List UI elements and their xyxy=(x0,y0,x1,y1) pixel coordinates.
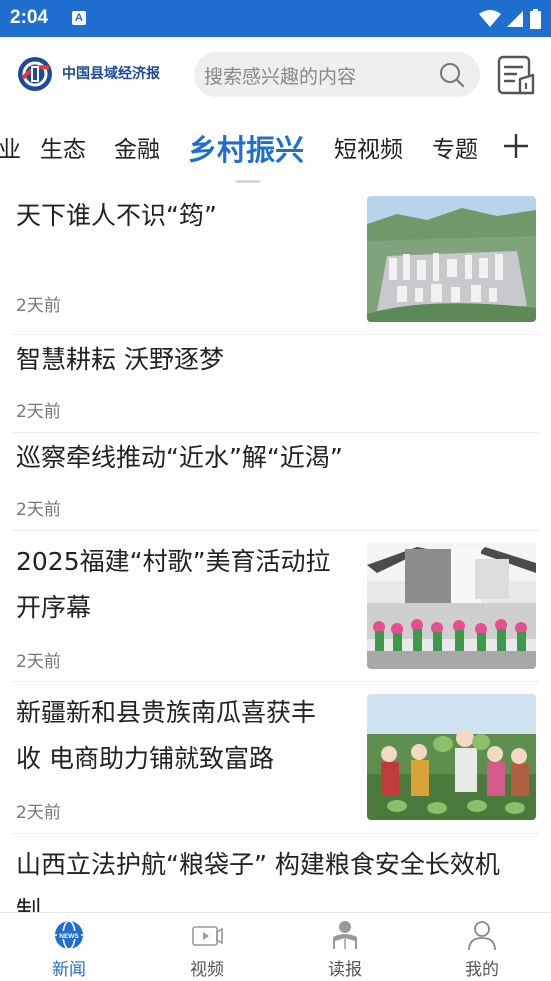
app-header: 中国县域经济报 搜索感兴趣的内容 xyxy=(0,37,551,115)
news-title-line: 新疆新和县贵族南瓜喜获丰 xyxy=(16,698,317,727)
news-title: 巡察牵线推动“近水”解“近渴” xyxy=(16,435,343,481)
nav-profile[interactable]: 我的 xyxy=(413,913,551,981)
tab-special-topic[interactable]: 专题 xyxy=(432,130,478,164)
news-title: 天下谁人不识“筠” xyxy=(16,193,217,239)
news-time: 2天前 xyxy=(16,500,61,520)
nav-profile-label: 我的 xyxy=(465,960,499,980)
news-item[interactable]: 天下谁人不识“筠” 2天前 xyxy=(0,188,551,334)
status-bar: 2:04 A xyxy=(0,0,551,37)
logo-text: 中国县域经济报 xyxy=(62,66,160,82)
news-title-line: 开序幕 xyxy=(16,593,92,622)
news-thumbnail xyxy=(367,543,536,669)
tab-ecology[interactable]: 生态 xyxy=(40,130,86,164)
news-item[interactable]: 智慧耕耘 沃野逐梦 2天前 xyxy=(0,335,551,432)
news-title: 新疆新和县贵族南瓜喜获丰 收 电商助力铺就致富路 xyxy=(16,690,316,782)
newspaper-logo-icon[interactable] xyxy=(17,56,53,92)
nav-news[interactable]: NEWS 新闻 xyxy=(0,913,138,981)
news-time: 2天前 xyxy=(16,296,61,316)
news-title-line: 巡察牵线推动“近水”解“近渴” xyxy=(16,443,343,472)
tab-scroll-indicator xyxy=(236,180,260,183)
city-aerial-photo-icon xyxy=(367,196,536,322)
tab-finance[interactable]: 金融 xyxy=(114,130,160,164)
news-item[interactable]: 2025福建“村歌”美育活动拉 开序幕 2天前 xyxy=(0,531,551,681)
search-input[interactable]: 搜索感兴趣的内容 xyxy=(194,52,480,97)
news-time: 2天前 xyxy=(16,652,61,672)
nav-video[interactable]: 视频 xyxy=(138,913,276,981)
profile-icon xyxy=(468,921,496,951)
news-list: 天下谁人不识“筠” 2天前 智慧耕耘 沃野逐梦 2天前 巡察牵线推动“近水”解“… xyxy=(0,188,551,912)
news-title-line: 智慧耕耘 沃野逐梦 xyxy=(16,345,224,374)
nav-reader-label: 读报 xyxy=(328,960,362,980)
status-time: 2:04 xyxy=(10,7,49,28)
news-time: 2天前 xyxy=(16,402,61,422)
e-paper-icon[interactable] xyxy=(496,55,536,95)
news-thumbnail xyxy=(367,196,536,322)
video-icon xyxy=(192,926,223,946)
tab-rural-revitalization[interactable]: 乡村振兴 xyxy=(188,127,304,169)
tab-industry[interactable]: 业 xyxy=(0,130,21,164)
nav-reader[interactable]: 读报 xyxy=(276,913,414,981)
pumpkin-harvest-photo-icon xyxy=(367,694,536,820)
category-tabs: 业 生态 金融 乡村振兴 短视频 专题 xyxy=(0,115,551,183)
status-indicators xyxy=(479,8,541,30)
news-title: 2025福建“村歌”美育活动拉 开序幕 xyxy=(16,539,331,631)
cell-signal-icon xyxy=(507,11,523,27)
news-title: 山西立法护航“粮袋子” 构建粮食安全长效机 制 xyxy=(16,842,500,912)
news-time: 2天前 xyxy=(16,803,61,823)
notification-app-icon: A xyxy=(72,11,86,25)
news-item[interactable]: 新疆新和县贵族南瓜喜获丰 收 电商助力铺就致富路 2天前 xyxy=(0,682,551,833)
search-placeholder: 搜索感兴趣的内容 xyxy=(204,66,357,88)
add-tab-icon[interactable] xyxy=(502,130,530,162)
news-title-line: 制 xyxy=(16,896,42,912)
news-title-line: 收 电商助力铺就致富路 xyxy=(16,744,274,773)
news-title-line: 天下谁人不识“筠” xyxy=(16,201,217,230)
battery-icon xyxy=(530,9,541,29)
svg-text:NEWS: NEWS xyxy=(59,933,79,940)
nav-news-label: 新闻 xyxy=(52,960,86,980)
bottom-navigation: NEWS 新闻 视频 读报 我的 xyxy=(0,912,551,981)
news-title: 智慧耕耘 沃野逐梦 xyxy=(16,337,224,383)
globe-news-icon: NEWS xyxy=(55,920,83,950)
village-performance-photo-icon xyxy=(367,543,536,669)
tab-short-video[interactable]: 短视频 xyxy=(334,130,403,164)
wifi-icon xyxy=(479,10,501,27)
news-title-line: 2025福建“村歌”美育活动拉 xyxy=(16,547,331,576)
news-thumbnail xyxy=(367,694,536,820)
news-title-line: 山西立法护航“粮袋子” 构建粮食安全长效机 xyxy=(16,850,500,879)
nav-video-label: 视频 xyxy=(190,960,224,980)
news-item[interactable]: 山西立法护航“粮袋子” 构建粮食安全长效机 制 xyxy=(0,834,551,912)
news-item[interactable]: 巡察牵线推动“近水”解“近渴” 2天前 xyxy=(0,433,551,530)
reader-icon xyxy=(333,921,357,949)
search-icon[interactable] xyxy=(439,62,465,88)
